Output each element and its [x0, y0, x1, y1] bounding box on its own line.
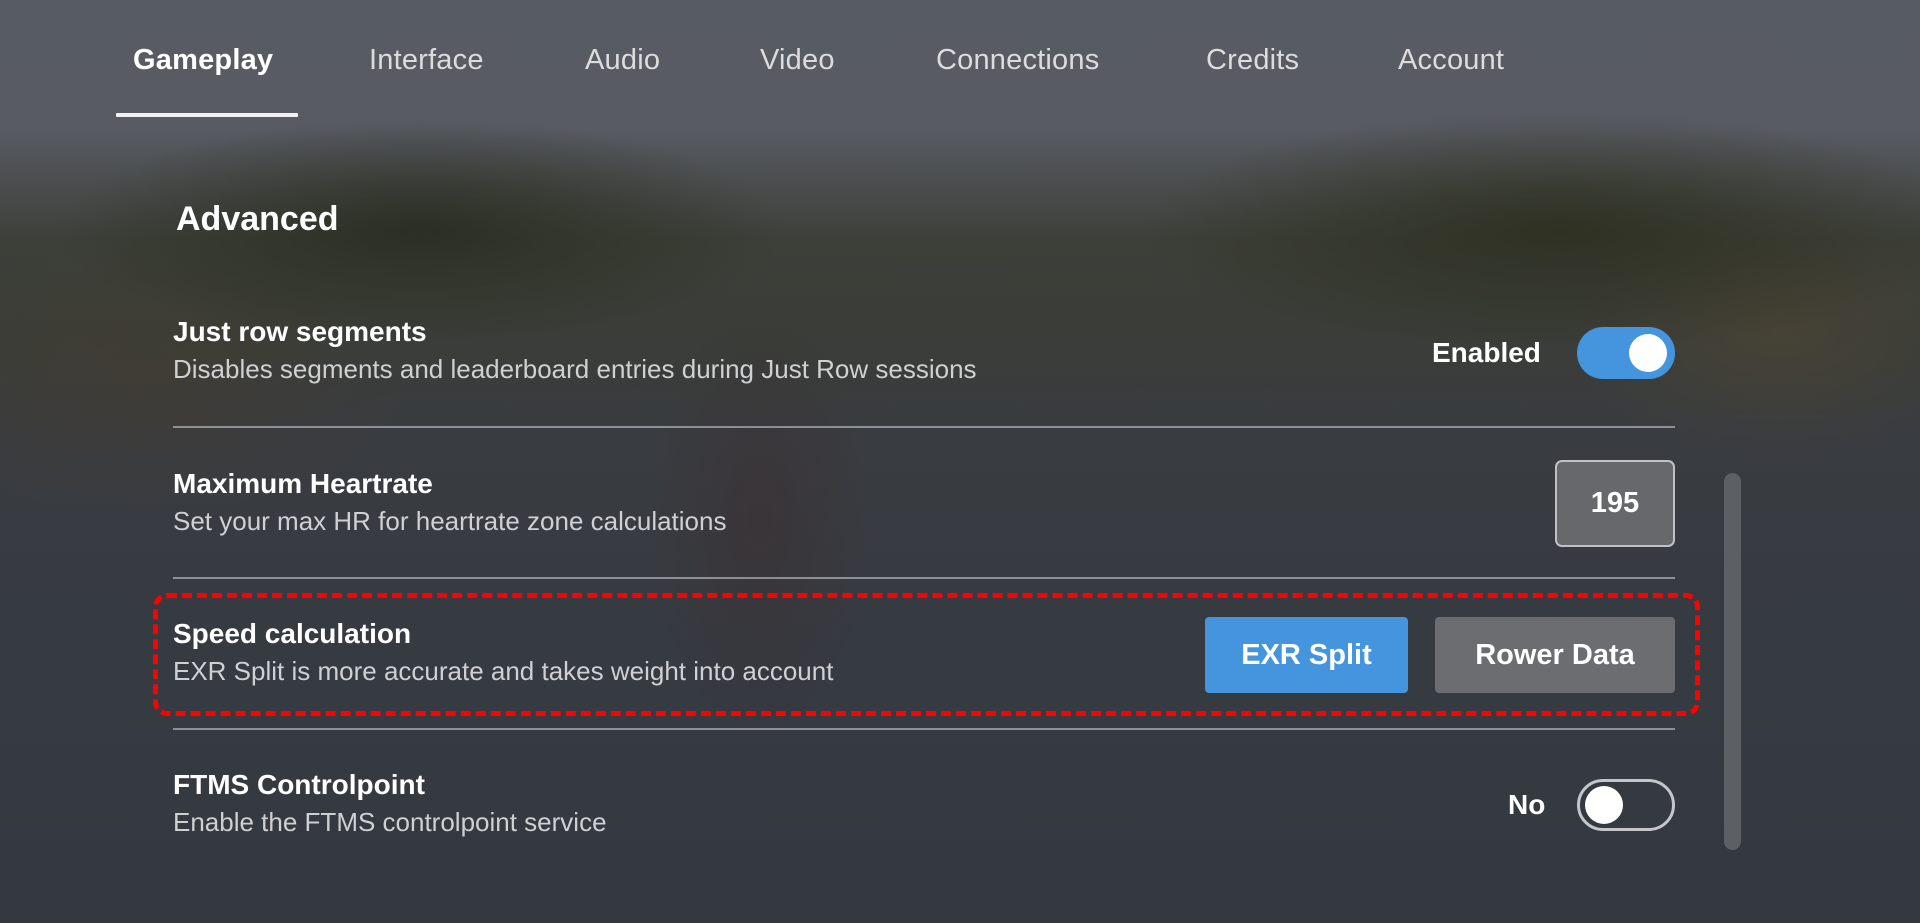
- divider: [173, 577, 1675, 579]
- tab-video[interactable]: Video: [760, 44, 835, 77]
- scrollbar[interactable]: [1724, 473, 1741, 850]
- settings-screen: Gameplay Interface Audio Video Connectio…: [0, 0, 1920, 923]
- setting-title: Speed calculation: [173, 618, 412, 649]
- active-tab-indicator: [116, 113, 298, 117]
- setting-description: Disables segments and leaderboard entrie…: [173, 354, 977, 384]
- setting-title: Just row segments: [173, 316, 427, 347]
- divider: [173, 728, 1675, 730]
- just-row-segments-toggle[interactable]: [1577, 327, 1675, 379]
- tab-connections[interactable]: Connections: [936, 44, 1099, 77]
- toggle-knob: [1585, 786, 1623, 824]
- tab-gameplay[interactable]: Gameplay: [133, 44, 273, 77]
- tab-credits[interactable]: Credits: [1206, 44, 1299, 77]
- toggle-knob: [1629, 334, 1667, 372]
- tab-audio[interactable]: Audio: [585, 44, 660, 77]
- divider: [173, 426, 1675, 428]
- setting-description: EXR Split is more accurate and takes wei…: [173, 656, 834, 686]
- ftms-controlpoint-state-label: No: [1508, 789, 1546, 820]
- setting-description: Set your max HR for heartrate zone calcu…: [173, 506, 727, 536]
- setting-description: Enable the FTMS controlpoint service: [173, 807, 607, 837]
- section-title: Advanced: [176, 200, 339, 238]
- exr-split-button[interactable]: EXR Split: [1205, 617, 1408, 693]
- ftms-controlpoint-toggle[interactable]: [1577, 779, 1675, 831]
- tab-interface[interactable]: Interface: [369, 44, 484, 77]
- tab-account[interactable]: Account: [1398, 44, 1504, 77]
- setting-title: Maximum Heartrate: [173, 468, 433, 499]
- max-heartrate-input[interactable]: 195: [1555, 460, 1675, 547]
- rower-data-button[interactable]: Rower Data: [1435, 617, 1675, 693]
- just-row-segments-state-label: Enabled: [1432, 337, 1541, 368]
- setting-title: FTMS Controlpoint: [173, 769, 425, 800]
